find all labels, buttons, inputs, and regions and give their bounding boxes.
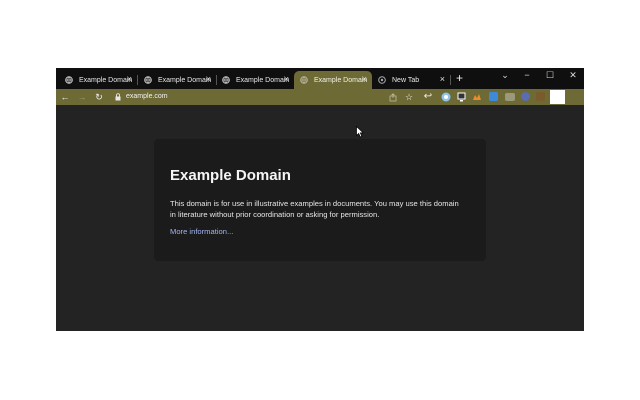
tab-close-icon[interactable]: ×: [284, 75, 289, 84]
share-icon[interactable]: [389, 93, 398, 102]
tab-title: New Tab: [392, 76, 420, 84]
globe-icon: [222, 76, 230, 84]
chrome-icon: [378, 76, 386, 84]
new-tab-button[interactable]: +: [456, 72, 463, 84]
tab-title: Example Domain: [236, 76, 290, 84]
tab-example-domain-active[interactable]: Example Domain ×: [294, 71, 372, 89]
reply-icon[interactable]: ↩: [422, 91, 434, 103]
tab-example-domain-2[interactable]: Example Domain ×: [138, 71, 217, 89]
page-description: This domain is for use in illustrative e…: [170, 199, 459, 219]
address-bar[interactable]: example.com: [126, 92, 168, 102]
forward-button[interactable]: →: [76, 91, 88, 103]
close-window-button[interactable]: ✕: [562, 68, 584, 82]
extension-screen-icon[interactable]: [457, 92, 466, 102]
extension-round-icon[interactable]: [521, 92, 530, 101]
extension-brown-icon[interactable]: [536, 92, 545, 101]
lock-icon[interactable]: [115, 93, 121, 101]
tab-close-icon[interactable]: ×: [127, 75, 132, 84]
extension-square-icon[interactable]: [489, 92, 498, 101]
profile-avatar[interactable]: [550, 90, 565, 104]
minimize-button[interactable]: −: [516, 68, 538, 82]
globe-icon: [144, 76, 152, 84]
extension-orange-icon[interactable]: [472, 92, 482, 102]
tab-strip: Example Domain × Example Domain × Exampl…: [56, 68, 584, 89]
mouse-cursor-icon: [356, 126, 364, 138]
tab-close-icon[interactable]: ×: [440, 75, 445, 84]
tab-example-domain-3[interactable]: Example Domain ×: [216, 71, 294, 89]
tab-close-icon[interactable]: ×: [206, 75, 211, 84]
extension-blue-icon[interactable]: [441, 92, 451, 102]
back-button[interactable]: ←: [59, 91, 71, 103]
page-title: Example Domain: [170, 167, 291, 184]
tab-close-icon[interactable]: ×: [362, 75, 367, 84]
browser-window: Example Domain × Example Domain × Exampl…: [56, 68, 584, 331]
tab-title: Example Domain: [314, 76, 368, 84]
tab-new-tab[interactable]: New Tab ×: [372, 71, 451, 89]
content-card: Example Domain This domain is for use in…: [154, 139, 486, 261]
tab-example-domain-1[interactable]: Example Domain ×: [59, 71, 138, 89]
extension-grey-icon[interactable]: [505, 93, 515, 101]
tab-search-icon[interactable]: ⌄: [494, 68, 516, 82]
reload-button[interactable]: ↻: [93, 91, 105, 103]
more-information-link[interactable]: More information...: [170, 227, 233, 236]
toolbar: ← → ↻ example.com ☆ ↩: [56, 89, 584, 105]
tab-title: Example Domain: [158, 76, 212, 84]
globe-icon: [300, 76, 308, 84]
bookmark-star-icon[interactable]: ☆: [403, 91, 415, 103]
globe-icon: [65, 76, 73, 84]
tab-title: Example Domain: [79, 76, 133, 84]
maximize-button[interactable]: ☐: [539, 68, 561, 82]
